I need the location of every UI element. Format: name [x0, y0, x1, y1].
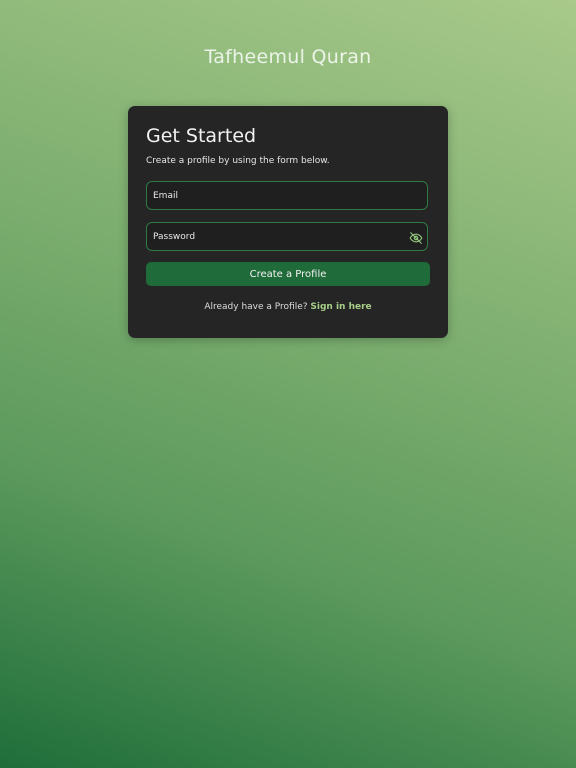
signup-card: Get Started Create a profile by using th…	[128, 106, 448, 338]
password-field[interactable]	[147, 223, 427, 250]
signin-prompt: Already have a Profile?	[204, 302, 308, 312]
signin-link[interactable]: Sign in here	[310, 302, 371, 312]
signin-row: Already have a Profile? Sign in here	[128, 302, 448, 312]
create-profile-button[interactable]: Create a Profile	[146, 262, 430, 286]
email-field-container	[146, 181, 428, 210]
card-title: Get Started	[146, 125, 257, 147]
email-field[interactable]	[147, 182, 427, 209]
card-subtitle: Create a profile by using the form below…	[146, 156, 330, 166]
password-field-container	[146, 222, 428, 251]
eye-off-icon[interactable]	[409, 230, 423, 244]
app-title: Tafheemul Quran	[204, 46, 372, 68]
